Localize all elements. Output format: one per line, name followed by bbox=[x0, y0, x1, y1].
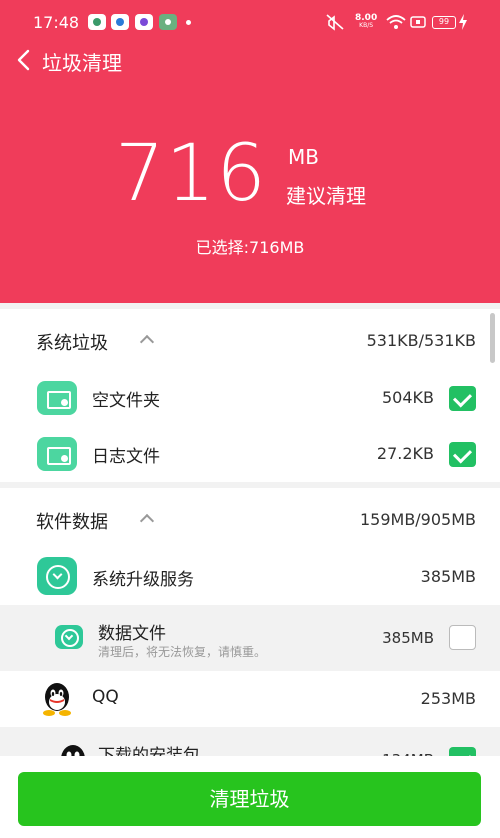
battery-icon: 99 bbox=[432, 16, 456, 29]
sim-icon bbox=[410, 16, 426, 28]
qq-icon bbox=[43, 683, 71, 716]
item-label: 空文件夹 bbox=[92, 391, 160, 411]
item-size: 385MB bbox=[420, 567, 476, 586]
status-bar: 17:48 8.00 KB/S 99 bbox=[0, 0, 500, 44]
scrollbar[interactable] bbox=[490, 313, 495, 363]
item-size: 385MB bbox=[382, 629, 434, 647]
header: 17:48 8.00 KB/S 99 垃圾清理 716 MB 建议清理 已选择:… bbox=[0, 0, 500, 303]
back-arrow-icon[interactable] bbox=[14, 48, 34, 72]
network-speed-value: 8.00 bbox=[355, 13, 378, 23]
item-label: 数据文件 bbox=[98, 624, 166, 644]
section-header-app-data[interactable]: 软件数据 159MB/905MB bbox=[0, 488, 500, 550]
item-size: 253MB bbox=[420, 689, 476, 708]
section-size: 159MB/905MB bbox=[359, 510, 476, 529]
section-header-system-junk[interactable]: 系统垃圾 531KB/531KB bbox=[0, 309, 500, 371]
junk-unit: MB bbox=[288, 145, 319, 169]
notification-icon bbox=[159, 14, 177, 30]
item-label: 系统升级服务 bbox=[92, 570, 194, 590]
wifi-icon bbox=[386, 15, 406, 29]
item-size: 27.2KB bbox=[376, 444, 434, 463]
network-speed-unit: KB/S bbox=[359, 22, 374, 29]
junk-amount: 716 bbox=[115, 129, 267, 219]
chevron-up-icon[interactable] bbox=[139, 334, 155, 350]
more-notifications-dot bbox=[186, 20, 191, 25]
notification-icon bbox=[135, 14, 153, 30]
list-item-data-files[interactable]: 数据文件 清理后，将无法恢复，请慎重。 385MB bbox=[0, 605, 500, 671]
nav-bar: 垃圾清理 bbox=[0, 44, 500, 76]
clean-junk-button[interactable]: 清理垃圾 bbox=[18, 772, 481, 826]
list-item-log-files[interactable]: 日志文件 27.2KB bbox=[0, 426, 500, 482]
item-warning: 清理后，将无法恢复，请慎重。 bbox=[98, 645, 267, 659]
notification-icon bbox=[88, 14, 106, 30]
network-speed: 8.00 KB/S bbox=[355, 14, 377, 30]
update-icon bbox=[55, 625, 83, 649]
status-time: 17:48 bbox=[33, 13, 80, 32]
folder-icon bbox=[37, 437, 77, 471]
suggestion-text: 建议清理 bbox=[286, 184, 366, 208]
list-item-system-upgrade[interactable]: 系统升级服务 385MB bbox=[0, 549, 500, 605]
chevron-up-icon[interactable] bbox=[139, 513, 155, 529]
charging-icon bbox=[459, 14, 467, 30]
page-title: 垃圾清理 bbox=[42, 51, 122, 75]
folder-icon bbox=[37, 381, 77, 415]
notification-icon bbox=[111, 14, 129, 30]
section-size: 531KB/531KB bbox=[366, 331, 476, 350]
item-checkbox[interactable] bbox=[449, 625, 476, 650]
mute-icon bbox=[326, 14, 344, 31]
bottom-bar: 清理垃圾 bbox=[0, 756, 500, 838]
update-icon bbox=[37, 557, 77, 595]
item-label: QQ bbox=[92, 687, 119, 707]
list-item-empty-folders[interactable]: 空文件夹 504KB bbox=[0, 370, 500, 426]
list-item-qq[interactable]: QQ 253MB bbox=[0, 671, 500, 727]
selected-amount: 已选择:716MB bbox=[195, 238, 305, 257]
item-size: 504KB bbox=[381, 388, 434, 407]
item-checkbox[interactable] bbox=[449, 386, 476, 411]
item-label: 日志文件 bbox=[92, 447, 160, 467]
section-title: 系统垃圾 bbox=[36, 333, 108, 354]
section-title: 软件数据 bbox=[36, 512, 108, 533]
item-checkbox[interactable] bbox=[449, 442, 476, 467]
